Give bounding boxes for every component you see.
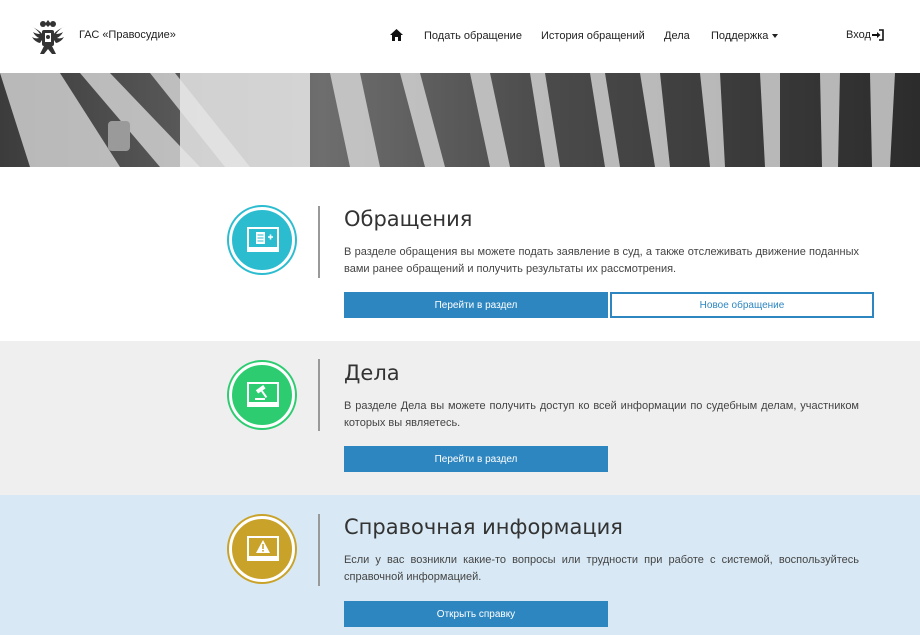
section-divider: [318, 514, 320, 586]
section-title: Справочная информация: [344, 515, 623, 539]
nav-submit-request[interactable]: Подать обращение: [424, 30, 522, 42]
main-nav: Подать обращение История обращений Дела …: [0, 29, 920, 45]
header: ГАС «Правосудие» Подать обращение Истори…: [0, 0, 920, 73]
section-divider: [318, 206, 320, 278]
nav-request-history[interactable]: История обращений: [541, 30, 645, 42]
section-description: Если у вас возникли какие-то вопросы или…: [344, 554, 859, 583]
section-title: Дела: [344, 361, 400, 385]
requests-icon-circle: [229, 207, 295, 273]
section-cases: Дела В разделе Дела вы можете получить д…: [0, 341, 920, 495]
new-request-button[interactable]: Новое обращение: [610, 292, 874, 318]
warning-laptop-icon: [247, 536, 279, 561]
caret-down-icon: [772, 34, 779, 39]
hero-banner: [0, 73, 920, 167]
nav-support-label: Поддержка: [711, 30, 769, 42]
login-label: Вход: [846, 29, 871, 41]
section-requests: Обращения В разделе обращения вы можете …: [0, 167, 920, 341]
section-description: В разделе Дела вы можете получить доступ…: [344, 400, 859, 429]
open-help-button[interactable]: Открыть справку: [344, 601, 608, 627]
section-description: В разделе обращения вы можете подать зая…: [344, 246, 859, 275]
nav-cases[interactable]: Дела: [664, 30, 690, 42]
go-to-cases-button[interactable]: Перейти в раздел: [344, 446, 608, 472]
cases-icon-circle: [229, 362, 295, 428]
help-icon-circle: [229, 516, 295, 582]
login-link[interactable]: Вход: [846, 29, 884, 41]
gavel-laptop-icon: [247, 382, 279, 407]
section-divider: [318, 359, 320, 431]
nav-support-dropdown[interactable]: Поддержка: [711, 30, 779, 42]
sign-in-icon: [872, 29, 884, 41]
section-title: Обращения: [344, 207, 473, 231]
home-icon[interactable]: [390, 28, 404, 42]
go-to-requests-button[interactable]: Перейти в раздел: [344, 292, 608, 318]
document-laptop-icon: [247, 227, 279, 252]
section-help: Справочная информация Если у вас возникл…: [0, 495, 920, 635]
